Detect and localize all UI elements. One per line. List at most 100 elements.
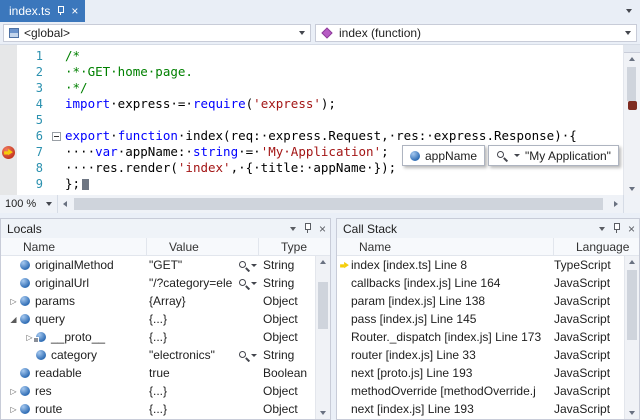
gutter-cell[interactable] — [0, 64, 17, 80]
column-header-name[interactable]: Name — [337, 238, 554, 255]
chevron-down-icon[interactable] — [514, 154, 520, 157]
close-icon[interactable]: × — [319, 223, 326, 235]
code-line[interactable]: export·function·index(req:·express.Reque… — [65, 128, 623, 144]
gutter-cell[interactable] — [0, 96, 17, 112]
callstack-row[interactable]: pass [index.js] Line 145JavaScript — [337, 310, 624, 328]
gutter-cell[interactable] — [0, 160, 17, 176]
pin-icon[interactable] — [56, 6, 65, 16]
code-editor[interactable]: 123456789 /*·*·GET·home·page.·*/import·e… — [0, 44, 640, 195]
gutter-cell[interactable] — [0, 48, 17, 64]
scrollbar-track[interactable] — [624, 65, 640, 183]
locals-row[interactable]: ▷route{...}Object — [1, 400, 315, 418]
locals-name-cell: category — [1, 348, 147, 362]
locals-vertical-scrollbar[interactable] — [315, 256, 330, 419]
locals-row[interactable]: readabletrueBoolean — [1, 364, 315, 382]
callstack-row[interactable]: callbacks [index.js] Line 164JavaScript — [337, 274, 624, 292]
column-header-value[interactable]: Value — [147, 238, 259, 255]
breakpoint-icon[interactable] — [2, 146, 15, 159]
window-position-icon[interactable] — [599, 227, 605, 231]
scrollbar-thumb[interactable] — [74, 198, 603, 210]
collapse-icon[interactable]: ◢ — [7, 315, 20, 324]
gutter-cell[interactable] — [0, 128, 17, 144]
callstack-row[interactable]: router [index.js] Line 33JavaScript — [337, 346, 624, 364]
scrollbar-corner — [623, 195, 640, 213]
scroll-right-icon[interactable] — [614, 201, 618, 207]
locals-panel-header[interactable]: Locals × — [1, 219, 330, 238]
value-visualizer[interactable] — [238, 278, 259, 289]
scrollbar-thumb[interactable] — [627, 67, 636, 101]
scroll-down-icon[interactable] — [629, 411, 635, 415]
types-dropdown[interactable]: <global> — [3, 24, 311, 42]
gutter-cell[interactable] — [0, 80, 17, 96]
callstack-row[interactable]: next [proto.js] Line 193JavaScript — [337, 364, 624, 382]
breakpoint-margin[interactable] — [0, 45, 17, 195]
code-line[interactable]: import·express·=·require('express'); — [65, 96, 623, 112]
editor-horizontal-scrollbar[interactable] — [72, 195, 609, 213]
scroll-left-icon[interactable] — [63, 201, 67, 207]
locals-row[interactable]: category"electronics"String — [1, 346, 315, 364]
scrollbar-thumb[interactable] — [627, 270, 637, 340]
scrollbar-thumb[interactable] — [318, 282, 328, 329]
value-visualizer[interactable] — [238, 260, 259, 271]
callstack-row[interactable]: Router._dispatch [index.js] Line 173Java… — [337, 328, 624, 346]
locals-body: originalMethod"GET"StringoriginalUrl"/?c… — [1, 256, 330, 419]
code-token: ,·{·title:·appName·}); — [231, 160, 397, 176]
locals-row[interactable]: ◢query{...}Object — [1, 310, 315, 328]
scrollbar-track[interactable] — [316, 268, 330, 407]
locals-type: String — [259, 258, 315, 272]
close-icon[interactable]: × — [71, 5, 78, 17]
scroll-up-icon[interactable] — [320, 260, 326, 264]
scroll-down-icon[interactable] — [629, 187, 635, 191]
pin-icon[interactable] — [303, 223, 312, 234]
locals-name-cell: readable — [1, 366, 147, 380]
column-header-name[interactable]: Name — [1, 238, 147, 255]
locals-row[interactable]: ▷params{Array}Object — [1, 292, 315, 310]
datatip-variable[interactable]: appName — [402, 145, 485, 166]
gutter-cell[interactable] — [0, 144, 17, 160]
scroll-up-icon[interactable] — [629, 260, 635, 264]
document-tab[interactable]: index.ts × — [0, 0, 85, 22]
scroll-up-icon[interactable] — [629, 57, 635, 61]
expand-icon[interactable]: ▷ — [7, 405, 20, 414]
code-line[interactable]: /* — [65, 48, 623, 64]
code-line[interactable]: }; — [65, 176, 623, 192]
gutter-cell[interactable] — [0, 112, 17, 128]
callstack-panel-header[interactable]: Call Stack × — [337, 219, 639, 238]
column-header-language[interactable]: Language — [554, 238, 639, 255]
callstack-row[interactable]: index [index.ts] Line 8TypeScript — [337, 256, 624, 274]
value-visualizer[interactable] — [238, 350, 259, 361]
locals-row[interactable]: originalUrl"/?category=eleString — [1, 274, 315, 292]
gutter-cell[interactable] — [0, 176, 17, 192]
datatip-value[interactable]: "My Application" — [488, 145, 619, 166]
pin-icon[interactable] — [612, 223, 621, 234]
code-line[interactable]: ·*/ — [65, 80, 623, 96]
members-dropdown[interactable]: index (function) — [315, 24, 637, 42]
locals-value: "/?category=ele — [149, 276, 232, 290]
column-header-type[interactable]: Type — [259, 238, 330, 255]
zoom-selector[interactable]: 100 % — [0, 195, 58, 213]
callstack-row[interactable]: next [index.js] Line 193JavaScript — [337, 400, 624, 418]
code-area[interactable]: /*·*·GET·home·page.·*/import·express·=·r… — [63, 45, 623, 195]
expand-icon[interactable]: ▷ — [7, 297, 20, 306]
callstack-row[interactable]: methodOverride [methodOverride.jJavaScri… — [337, 382, 624, 400]
callstack-vertical-scrollbar[interactable] — [624, 256, 639, 419]
code-token: ·=· — [238, 144, 261, 160]
editor-bottom-bar: 100 % — [0, 195, 640, 213]
fold-margin[interactable] — [49, 45, 63, 195]
expand-icon[interactable]: ▷ — [7, 387, 20, 396]
callstack-row[interactable]: param [index.js] Line 138JavaScript — [337, 292, 624, 310]
close-icon[interactable]: × — [628, 223, 635, 235]
window-position-icon[interactable] — [290, 227, 296, 231]
splitter-grip[interactable] — [624, 45, 640, 53]
fold-collapse-icon[interactable] — [52, 132, 61, 141]
scrollbar-track[interactable] — [625, 268, 639, 407]
locals-row[interactable]: ▷__proto__{...}Object — [1, 328, 315, 346]
tab-overflow[interactable] — [626, 0, 640, 22]
locals-row[interactable]: originalMethod"GET"String — [1, 256, 315, 274]
editor-vertical-scrollbar[interactable] — [623, 45, 640, 195]
magnifier-icon[interactable] — [496, 150, 507, 161]
locals-row[interactable]: ▷res{...}Object — [1, 382, 315, 400]
scroll-down-icon[interactable] — [320, 411, 326, 415]
code-line[interactable]: ·*·GET·home·page. — [65, 64, 623, 80]
code-line[interactable] — [65, 112, 623, 128]
